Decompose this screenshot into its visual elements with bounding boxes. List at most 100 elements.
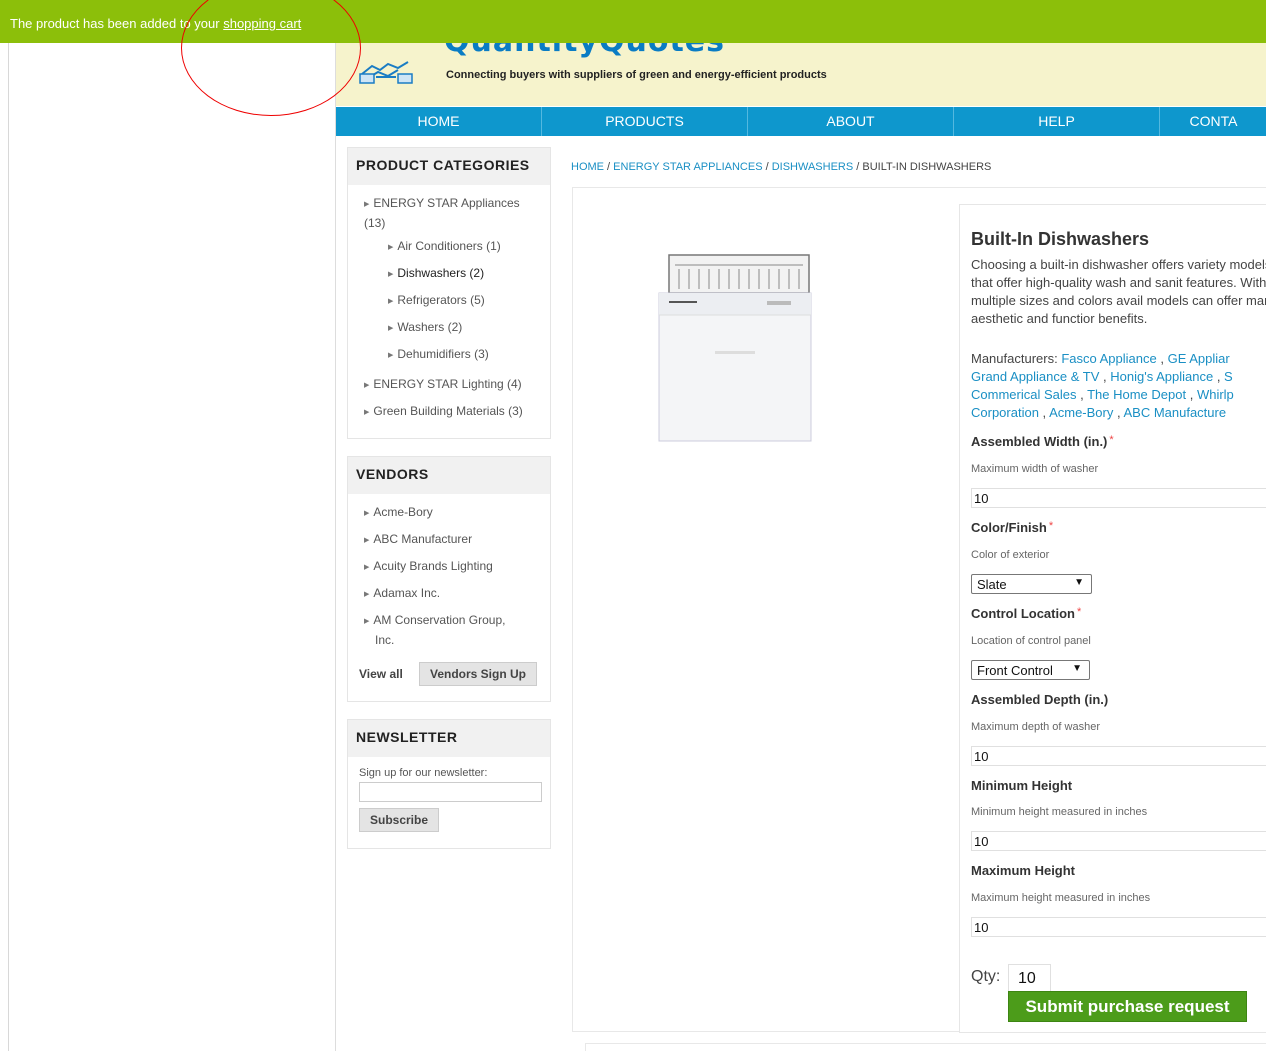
- triangle-right-icon: ▶: [388, 325, 394, 332]
- manufacturer-link[interactable]: Corporation: [971, 405, 1039, 420]
- category-label: ENERGY STAR Lighting (4): [373, 377, 522, 391]
- manufacturer-link[interactable]: Honig's Appliance: [1110, 369, 1213, 384]
- breadcrumb-home[interactable]: HOME: [571, 161, 604, 173]
- vendor-acme-bory[interactable]: ▶ Acme-Bory: [364, 503, 433, 523]
- manufacturers-label: Manufacturers:: [971, 351, 1058, 366]
- categories-title: PRODUCT CATEGORIES: [348, 148, 550, 185]
- triangle-right-icon: ▶: [388, 244, 394, 251]
- category-dehumidifiers[interactable]: ▶ Dehumidifiers (3): [388, 345, 489, 365]
- category-air-conditioners[interactable]: ▶ Air Conditioners (1): [388, 237, 501, 257]
- qty-input[interactable]: 10: [1008, 964, 1051, 992]
- category-label: Refrigerators (5): [397, 293, 485, 307]
- manufacturer-link[interactable]: ABC Manufacture: [1123, 405, 1226, 420]
- vendor-adamax[interactable]: ▶ Adamax Inc.: [364, 584, 440, 604]
- left-gutter: [0, 0, 9, 1051]
- min-height-label: Minimum Height: [971, 778, 1073, 793]
- manufacturer-link[interactable]: Acme-Bory: [1049, 405, 1113, 420]
- max-height-input[interactable]: 10: [971, 917, 1266, 937]
- category-energy-star-lighting[interactable]: ▶ ENERGY STAR Lighting (4): [364, 375, 522, 395]
- breadcrumb-sep: /: [762, 161, 772, 173]
- manufacturer-link[interactable]: Whirlp: [1197, 387, 1234, 402]
- nav-about[interactable]: ABOUT: [748, 107, 954, 136]
- triangle-right-icon: ▶: [364, 409, 370, 416]
- product-description: Choosing a built-in dishwasher offers va…: [971, 257, 1266, 326]
- depth-help: Maximum depth of washer: [971, 721, 1100, 733]
- nav-help[interactable]: HELP: [954, 107, 1160, 136]
- nav-contact[interactable]: CONTA: [1160, 107, 1266, 136]
- control-select-value: Front Control: [977, 663, 1053, 678]
- breadcrumb: HOME / ENERGY STAR APPLIANCES / DISHWASH…: [571, 161, 991, 173]
- max-height-label: Maximum Height: [971, 863, 1076, 878]
- color-select-value: Slate: [977, 577, 1007, 592]
- manufacturer-link[interactable]: GE Appliar: [1168, 351, 1230, 366]
- category-dishwashers[interactable]: ▶ Dishwashers (2): [388, 264, 484, 284]
- depth-input[interactable]: 10: [971, 746, 1266, 766]
- categories-panel: PRODUCT CATEGORIES ▶ ENERGY STAR Applianc…: [347, 147, 551, 439]
- nav-home[interactable]: HOME: [336, 107, 542, 136]
- breadcrumb-sep: /: [853, 161, 863, 173]
- dropdown-arrow-icon: ▼: [1074, 577, 1084, 588]
- color-select[interactable]: Slate ▼: [971, 574, 1092, 594]
- width-help: Maximum width of washer: [971, 463, 1099, 475]
- breadcrumb-dishwashers[interactable]: DISHWASHERS: [772, 161, 854, 173]
- triangle-right-icon: ▶: [388, 352, 394, 359]
- max-height-help: Maximum height measured in inches: [971, 892, 1151, 904]
- manufacturers-list: Manufacturers: Fasco Appliance , GE Appl…: [971, 351, 1234, 420]
- nav-products[interactable]: PRODUCTS: [542, 107, 748, 136]
- newsletter-title: NEWSLETTER: [348, 720, 550, 757]
- view-all-vendors-link[interactable]: View all: [359, 665, 403, 683]
- category-label: Washers (2): [397, 320, 463, 334]
- vendor-label: AM Conservation Group,: [373, 613, 506, 627]
- category-label: Air Conditioners (1): [397, 239, 501, 253]
- control-select[interactable]: Front Control ▼: [971, 660, 1090, 680]
- submit-purchase-request-button[interactable]: Submit purchase request: [1008, 991, 1247, 1022]
- highlight-circle: [181, 0, 361, 116]
- dishwasher-product-image: [658, 254, 812, 442]
- manufacturer-link[interactable]: Grand Appliance & TV: [971, 369, 1099, 384]
- product-details-panel: Built-In Dishwashers Choosing a built-in…: [959, 204, 1266, 1033]
- triangle-right-icon: ▶: [364, 591, 370, 598]
- vendor-label-cont: Inc.: [375, 633, 395, 647]
- product-title: Built-In Dishwashers: [971, 229, 1150, 249]
- triangle-right-icon: ▶: [364, 201, 370, 208]
- triangle-right-icon: ▶: [364, 537, 370, 544]
- required-mark: *: [1077, 606, 1082, 618]
- manufacturer-link[interactable]: The Home Depot: [1087, 387, 1186, 402]
- lower-panel-edge: [585, 1043, 1266, 1051]
- vendor-am-conservation[interactable]: ▶ AM Conservation Group, Inc.: [364, 611, 534, 649]
- vendor-abc-manufacturer[interactable]: ▶ ABC Manufacturer: [364, 530, 472, 550]
- newsletter-prompt: Sign up for our newsletter:: [359, 767, 488, 779]
- required-mark: *: [1109, 434, 1114, 446]
- category-refrigerators[interactable]: ▶ Refrigerators (5): [388, 291, 485, 311]
- vendor-acuity-brands[interactable]: ▶ Acuity Brands Lighting: [364, 557, 493, 577]
- manufacturer-link[interactable]: Fasco Appliance: [1061, 351, 1156, 366]
- category-label: Dehumidifiers (3): [397, 347, 489, 361]
- control-label-text: Control Location: [971, 606, 1075, 621]
- category-count: (13): [364, 216, 386, 230]
- page: QuantityQuotes Connecting buyers with su…: [0, 0, 1266, 1051]
- breadcrumb-appliances[interactable]: ENERGY STAR APPLIANCES: [613, 161, 762, 173]
- manufacturer-link[interactable]: Commerical Sales: [971, 387, 1076, 402]
- triangle-right-icon: ▶: [364, 382, 370, 389]
- vendors-panel: VENDORS ▶ Acme-Bory ▶ ABC Manufacturer ▶ Ac…: [347, 456, 551, 702]
- color-label-text: Color/Finish: [971, 520, 1047, 535]
- vendor-label: Acuity Brands Lighting: [373, 559, 493, 573]
- newsletter-email-input[interactable]: [359, 782, 542, 802]
- subscribe-button[interactable]: Subscribe: [359, 808, 439, 832]
- depth-label: Assembled Depth (in.): [971, 692, 1109, 707]
- newsletter-panel: NEWSLETTER Sign up for our newsletter: S…: [347, 719, 551, 849]
- required-mark: *: [1048, 520, 1054, 532]
- color-help: Color of exterior: [971, 549, 1050, 561]
- min-height-input[interactable]: 10: [971, 831, 1266, 851]
- dropdown-arrow-icon: ▼: [1072, 663, 1082, 674]
- category-green-building-materials[interactable]: ▶ Green Building Materials (3): [364, 402, 523, 422]
- manufacturer-link[interactable]: S: [1224, 369, 1233, 384]
- category-washers[interactable]: ▶ Washers (2): [388, 318, 462, 338]
- vendor-label: Acme-Bory: [373, 505, 433, 519]
- width-input[interactable]: 10: [971, 488, 1266, 508]
- qty-label: Qty:: [971, 968, 1001, 985]
- vendors-signup-button[interactable]: Vendors Sign Up: [419, 662, 537, 686]
- width-label: Assembled Width (in.) *: [971, 434, 1114, 449]
- breadcrumb-current: BUILT-IN DISHWASHERS: [862, 161, 992, 173]
- category-energy-star-appliances[interactable]: ▶ ENERGY STAR Appliances (13): [364, 194, 534, 232]
